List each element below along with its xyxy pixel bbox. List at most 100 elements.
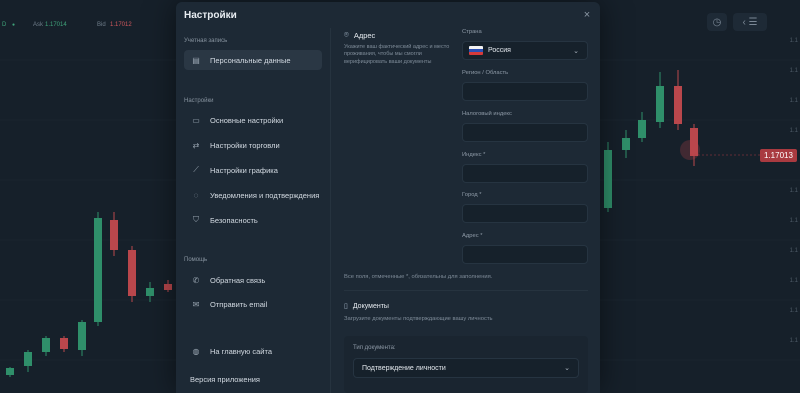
document-type-value: Подтверждение личности	[362, 364, 446, 372]
bid-label: Bid	[97, 22, 106, 28]
candle-body	[656, 86, 664, 122]
candle-body	[94, 218, 102, 322]
id-card-icon: ▤	[192, 55, 200, 65]
city-label: Город *	[462, 192, 482, 198]
bell-icon: ◌	[193, 190, 199, 200]
y-tick: 1.1	[789, 98, 798, 104]
settings-modal: Настройки × Учетная запись ▤ Персональны…	[176, 2, 600, 393]
y-tick: 1.1	[789, 128, 798, 134]
y-tick: 1.1	[789, 248, 798, 254]
phone-icon: ✆	[192, 275, 200, 285]
section-help: Помощь	[184, 257, 208, 263]
y-tick: 1.1	[789, 308, 798, 314]
mail-icon: ✉	[192, 299, 200, 309]
candle-body	[42, 338, 50, 352]
laptop-icon: ▭	[192, 115, 200, 125]
candle-body	[164, 284, 172, 290]
postal-index-label: Индекс *	[462, 152, 486, 158]
shield-icon: ⛉	[193, 215, 199, 224]
candle-body	[6, 368, 14, 375]
country-label: Страна	[462, 29, 482, 35]
ask-label: Ask	[33, 22, 44, 28]
modal-title: Настройки	[184, 10, 237, 21]
region-input[interactable]	[462, 82, 588, 101]
address-description: Укажите ваш фактический адрес и место пр…	[344, 44, 450, 65]
chart-icon: ⟋	[193, 165, 199, 174]
sidebar-item-general[interactable]: ▭ Основные настройки	[184, 110, 322, 130]
sidebar-item-label: Персональные данные	[210, 55, 291, 65]
sidebar-item-label: Обратная связь	[210, 275, 266, 285]
tax-index-label: Налоговый индекс	[462, 111, 512, 117]
region-label: Регион / Область	[462, 70, 509, 76]
sidebar-item-label: Безопасность	[210, 215, 258, 225]
sidebar-item-label: Версия приложения	[190, 374, 260, 384]
documents-heading: ▯ Документы	[344, 302, 389, 311]
sidebar-item-trading[interactable]: ⇄ Настройки торговли	[184, 135, 322, 155]
timer-icon[interactable]: ◷	[707, 13, 727, 31]
document-type-label: Тип документа:	[353, 345, 396, 351]
exchange-icon: ⇄	[192, 140, 200, 150]
location-pin-icon: ⌾	[344, 30, 349, 39]
sidebar-item-feedback[interactable]: ✆ Обратная связь	[184, 270, 322, 290]
section-settings: Настройки	[184, 98, 214, 104]
candle-body	[674, 86, 682, 124]
tax-index-input[interactable]	[462, 123, 588, 142]
sidebar-item-label: Основные настройки	[210, 115, 284, 125]
street-address-label: Адрес *	[462, 233, 483, 239]
sidebar-item-chart[interactable]: ⟋ Настройки графика	[184, 160, 322, 180]
street-address-input[interactable]	[462, 245, 588, 264]
document-upload-box: Тип документа: Подтверждение личности ⌄	[344, 336, 588, 393]
sidebar-item-email[interactable]: ✉ Отправить email	[184, 294, 322, 314]
y-tick: 1.1	[789, 218, 798, 224]
nav-arrow-icon[interactable]: ‹ ☰	[733, 13, 767, 31]
documents-description: Загрузите документы подтверждающие вашу …	[344, 316, 493, 322]
candle-body	[622, 138, 630, 150]
y-tick: 1.1	[789, 188, 798, 194]
y-tick: 1.1	[789, 68, 798, 74]
close-icon[interactable]: ×	[580, 8, 594, 22]
sidebar-item-app-version[interactable]: Версия приложения	[190, 369, 328, 389]
chevron-down-icon: ⌄	[573, 47, 579, 55]
y-tick: 1.1	[789, 278, 798, 284]
candle-body	[128, 250, 136, 296]
sidebar-item-home-site[interactable]: ◍ На главную сайта	[184, 341, 322, 361]
status-dot: ●	[12, 22, 16, 28]
chevron-down-icon: ⌄	[564, 365, 570, 372]
ask-value: 1.17014	[45, 22, 67, 28]
sidebar-item-label: Уведомления и подтверждения	[210, 190, 320, 200]
address-title: Адрес	[353, 30, 376, 40]
country-select[interactable]: Россия ⌄	[462, 41, 588, 60]
candle-body	[146, 288, 154, 296]
country-value: Россия	[488, 47, 511, 54]
candle-body	[604, 150, 612, 208]
candle-body	[110, 220, 118, 250]
postal-index-input[interactable]	[462, 164, 588, 183]
divider	[344, 290, 588, 291]
globe-icon: ◍	[192, 346, 200, 356]
candle-body	[60, 338, 68, 349]
sidebar-item-security[interactable]: ⛉ Безопасность	[184, 210, 322, 230]
current-price-tag: 1.17013	[760, 149, 797, 162]
document-type-select[interactable]: Подтверждение личности ⌄	[353, 358, 579, 378]
sidebar-item-label: Настройки графика	[210, 165, 278, 175]
symbol-fragment: D	[2, 22, 7, 28]
sidebar-item-label: Настройки торговли	[210, 140, 280, 150]
personal-data-panel: ⌾ Адрес Укажите ваш фактический адрес и …	[331, 24, 600, 393]
candle-body	[638, 120, 646, 138]
sidebar-item-personal-data[interactable]: ▤ Персональные данные	[184, 50, 322, 70]
document-icon: ▯	[344, 303, 348, 310]
sidebar-item-notifications[interactable]: ◌ Уведомления и подтверждения	[184, 185, 322, 205]
city-input[interactable]	[462, 204, 588, 223]
bid-value: 1.17012	[110, 22, 132, 28]
candle-body	[24, 352, 32, 366]
sidebar-item-label: Отправить email	[210, 299, 268, 309]
section-account: Учетная запись	[184, 38, 228, 44]
y-tick: 1.1	[789, 38, 798, 44]
russia-flag-icon	[469, 46, 483, 55]
documents-title: Документы	[352, 302, 389, 310]
required-note: Все поля, отмеченные *, обязательны для …	[344, 274, 493, 280]
address-heading: ⌾ Адрес	[344, 30, 375, 40]
sidebar-item-label: На главную сайта	[210, 346, 273, 356]
candle-body	[78, 322, 86, 350]
y-tick: 1.1	[789, 338, 798, 344]
